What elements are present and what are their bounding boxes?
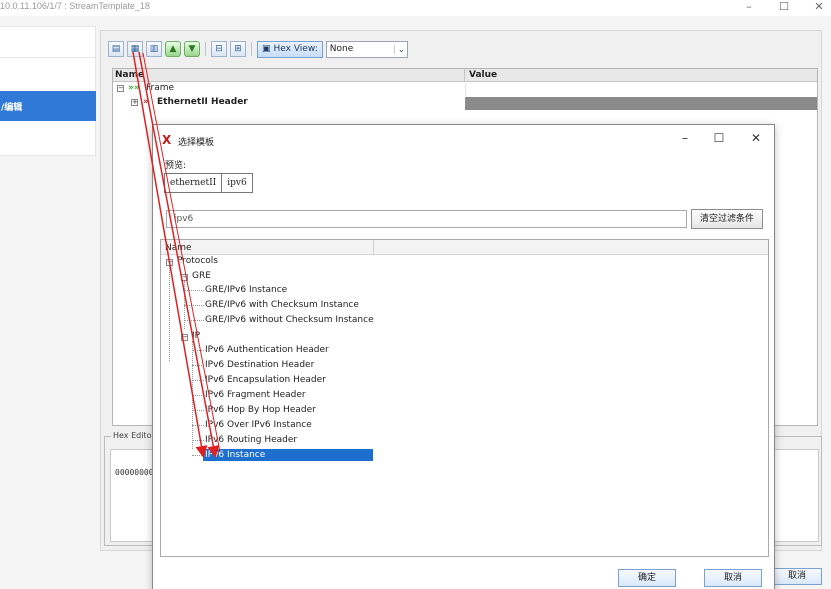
add-template-icon[interactable]: ▦ (127, 41, 143, 57)
window-title-bar: 10.0.11.106/1/7 : StreamTemplate_18 – ☐ … (0, 0, 831, 16)
tree-node-gre-item[interactable]: GRE/IPv6 without Checksum Instance (205, 315, 374, 325)
insert-icon[interactable]: ▥ (146, 41, 162, 57)
tree-node-ip[interactable]: IP (192, 331, 200, 341)
expand-icon[interactable]: ⊞ (230, 41, 246, 57)
tree-node-protocols[interactable]: Protocols (177, 256, 218, 266)
ok-button[interactable]: 确定 (618, 569, 676, 587)
dialog-title-bar: X 选择模板 – ☐ ✕ (153, 125, 774, 151)
tree-node-ip-item[interactable]: IPv6 Routing Header (205, 435, 297, 445)
expand-toggle-icon[interactable]: + (131, 99, 138, 106)
move-up-icon[interactable]: ▲ (165, 41, 181, 57)
left-nav: /编辑 (0, 26, 96, 156)
tree-node-ip-item[interactable]: IPv6 Fragment Header (205, 390, 306, 400)
nav-item-edit[interactable]: /编辑 (0, 91, 96, 121)
dialog-minimize-button[interactable]: – (674, 131, 696, 145)
add-frame-icon[interactable]: ▤ (108, 41, 124, 57)
dialog-title: 选择模板 (178, 138, 215, 148)
preview-chip[interactable]: ethernetII (164, 173, 223, 193)
ethernet-prefix-icon: » (143, 97, 149, 107)
tree-node-selected[interactable]: IPv6 Instance (203, 449, 373, 461)
toolbar-separator (251, 42, 252, 56)
tree-node-gre[interactable]: GRE (192, 271, 211, 281)
grid-row-frame[interactable]: − »» Frame (113, 82, 817, 96)
maximize-button[interactable]: ☐ (775, 0, 793, 13)
tree-node-ip-item[interactable]: IPv6 Authentication Header (205, 345, 329, 355)
tree-node-ip-item[interactable]: IPv6 Hop By Hop Header (205, 405, 316, 415)
hex-editor-label: Hex Editor (111, 431, 157, 440)
frame-prefix-icon: »» (128, 83, 140, 93)
tree-col-name[interactable]: Name (165, 243, 192, 253)
tree-line (184, 320, 204, 321)
clear-filter-button[interactable]: 清空过滤条件 (691, 209, 763, 229)
tree-line (169, 266, 170, 361)
minimize-button[interactable]: – (740, 0, 758, 13)
grid-header: Name Value (113, 69, 817, 82)
preview-label: 预览: (165, 161, 187, 171)
hex-view-label: Hex View: (273, 44, 318, 54)
col-value-header[interactable]: Value (469, 70, 497, 80)
main-cancel-button[interactable]: 取消 (772, 568, 822, 585)
tree-col-divider (373, 240, 374, 255)
template-tree: Name − Protocols − GRE GRE/IPv6 Instance… (160, 239, 769, 557)
frame-value (465, 83, 817, 96)
hex-view-value: None (329, 44, 354, 54)
tree-line (184, 305, 204, 306)
dialog-close-button[interactable]: ✕ (745, 131, 767, 145)
select-template-dialog: X 选择模板 – ☐ ✕ 预览: ethernetII ipv6 ipv6 清空… (152, 124, 775, 589)
close-button[interactable]: ✕ (810, 0, 828, 13)
hex-address: 00000000 (115, 468, 154, 477)
dialog-cancel-button[interactable]: 取消 (704, 569, 762, 587)
chevron-down-icon: ⌄ (394, 44, 405, 54)
hex-view-select[interactable]: None ⌄ (325, 40, 408, 58)
hex-view-icon: ▣ (262, 44, 271, 54)
tree-header: Name (161, 240, 768, 255)
toolbar: ▤ ▦ ▥ ▲ ▼ ⊟ ⊞ ▣ Hex View: None ⌄ (108, 40, 408, 58)
filter-input[interactable]: ipv6 (166, 210, 687, 228)
collapse-toggle-icon[interactable]: − (117, 85, 124, 92)
tree-line (184, 290, 204, 291)
grid-row-ethernet[interactable]: + » EthernetII Header (113, 96, 817, 110)
dialog-maximize-button[interactable]: ☐ (708, 131, 730, 145)
ethernet-label: EthernetII Header (157, 97, 248, 107)
tree-line (192, 380, 204, 381)
hex-view-button[interactable]: ▣ Hex View: (257, 40, 323, 58)
tree-node-gre-item[interactable]: GRE/IPv6 with Checksum Instance (205, 300, 359, 310)
col-name-header[interactable]: Name (115, 70, 144, 80)
tree-line (192, 425, 204, 426)
tree-line (192, 410, 204, 411)
ethernet-value (465, 97, 817, 110)
tree-line (192, 440, 204, 441)
tree-node-ip-item[interactable]: IPv6 Destination Header (205, 360, 314, 370)
toolbar-separator (205, 42, 206, 56)
tree-line (192, 350, 204, 351)
tree-line (192, 365, 204, 366)
tree-node-gre-item[interactable]: GRE/IPv6 Instance (205, 285, 287, 295)
collapse-toggle-icon[interactable]: − (166, 259, 173, 266)
preview-chip[interactable]: ipv6 (222, 173, 253, 193)
tree-node-ip-item[interactable]: IPv6 Encapsulation Header (205, 375, 326, 385)
collapse-toggle-icon[interactable]: − (181, 274, 188, 281)
move-down-icon[interactable]: ▼ (184, 41, 200, 57)
collapse-toggle-icon[interactable]: − (181, 334, 188, 341)
tree-node-ip-item[interactable]: IPv6 Over IPv6 Instance (205, 420, 312, 430)
frame-label: Frame (146, 83, 175, 93)
app-logo-icon: X (162, 133, 172, 147)
window-title: 10.0.11.106/1/7 : StreamTemplate_18 (0, 1, 150, 11)
tree-line (192, 395, 204, 396)
nav-divider (0, 57, 96, 58)
collapse-icon[interactable]: ⊟ (211, 41, 227, 57)
col-divider (464, 69, 465, 82)
preview-chips: ethernetII ipv6 (164, 173, 253, 193)
